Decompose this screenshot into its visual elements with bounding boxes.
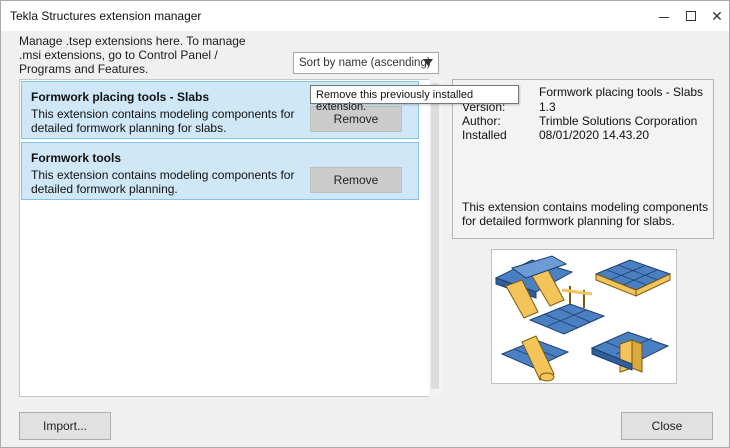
close-button[interactable]: Close <box>621 412 713 440</box>
extension-preview-image <box>491 249 677 384</box>
extension-name: Formwork tools <box>31 151 122 165</box>
formwork-illustration <box>494 255 672 382</box>
minimize-button[interactable] <box>651 1 677 31</box>
close-window-button[interactable]: ✕ <box>704 1 730 31</box>
list-scrollbar[interactable] <box>429 79 442 397</box>
intro-text: Manage .tsep extensions here. To manage … <box>19 34 246 76</box>
table-formwork-icon <box>528 286 606 335</box>
detail-description: This extension contains modeling compone… <box>462 200 709 228</box>
list-item[interactable]: Formwork tools This extension contains m… <box>21 142 419 200</box>
extension-description: This extension contains modeling compone… <box>31 107 295 135</box>
panel-grid-icon <box>594 259 672 297</box>
window-title: Tekla Structures extension manager <box>10 9 202 23</box>
maximize-button[interactable] <box>678 1 704 31</box>
title-bar: Tekla Structures extension manager ✕ <box>1 1 729 31</box>
chevron-down-icon <box>423 59 433 66</box>
detail-installed-value: 08/01/2020 14.43.20 <box>539 128 650 142</box>
close-icon: ✕ <box>711 7 723 24</box>
detail-author-value: Trimble Solutions Corporation <box>539 114 698 128</box>
detail-name-value: Formwork placing tools - Slabs <box>539 85 704 99</box>
remove-button[interactable]: Remove <box>310 167 402 193</box>
sort-selected-value: Sort by name (ascending) <box>299 57 431 69</box>
extension-name: Formwork placing tools - Slabs <box>31 90 210 104</box>
maximize-icon <box>686 11 696 21</box>
detail-installed-label: Installed <box>462 128 507 142</box>
import-button[interactable]: Import... <box>19 412 111 440</box>
scrollbar-thumb[interactable] <box>431 83 439 389</box>
column-formwork-icon <box>590 331 670 373</box>
extension-description: This extension contains modeling compone… <box>31 168 295 196</box>
remove-tooltip: Remove this previously installed extensi… <box>310 85 519 113</box>
detail-author-label: Author: <box>462 114 501 128</box>
sort-dropdown[interactable]: Sort by name (ascending) <box>293 52 439 74</box>
detail-version-value: 1.3 <box>539 100 556 114</box>
beam-formwork-icon <box>500 335 570 382</box>
extension-manager-window: Tekla Structures extension manager ✕ Man… <box>0 0 730 448</box>
minimize-icon <box>659 16 669 18</box>
